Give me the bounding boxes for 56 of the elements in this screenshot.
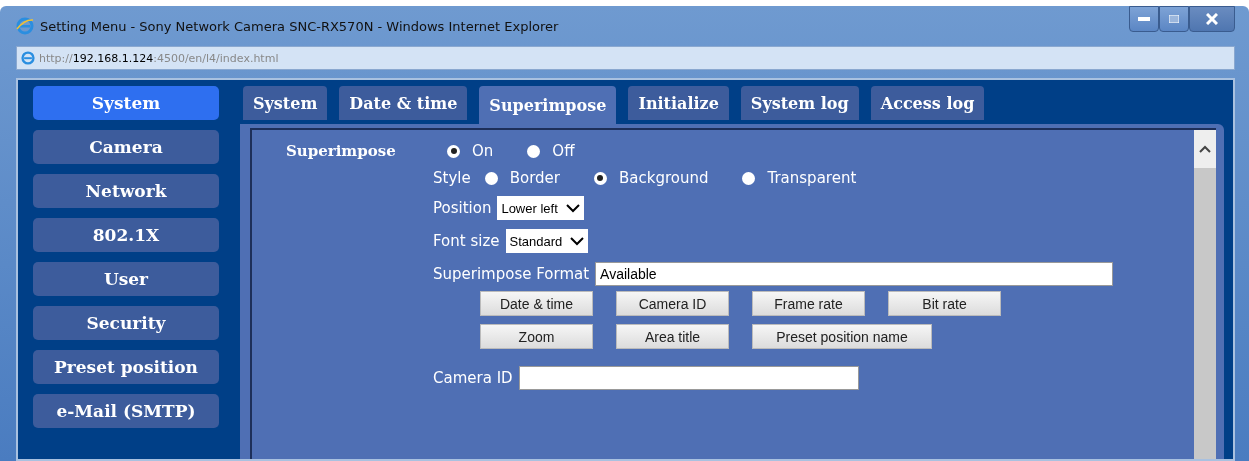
tab[interactable]: Date & time	[339, 86, 468, 120]
camera-id-field[interactable]	[518, 366, 859, 390]
field-label: Camera ID	[433, 369, 513, 387]
radio-label: On	[472, 142, 494, 160]
tab[interactable]: System log	[740, 86, 859, 120]
radio-button[interactable]	[447, 144, 460, 158]
close-icon	[1206, 13, 1218, 25]
radio-label: Border	[509, 169, 560, 187]
font-size-dropdown[interactable]: Standard	[505, 229, 589, 253]
address-bar[interactable]: http://192.168.1.124:4500/en/l4/index.html	[16, 46, 1235, 70]
chevron-up-icon	[1199, 145, 1211, 153]
tab[interactable]: System	[243, 86, 328, 120]
insert-button[interactable]: Bit rate	[888, 291, 1001, 316]
minimize-button[interactable]	[1129, 6, 1159, 32]
insert-button[interactable]: Camera ID	[616, 291, 729, 316]
radio-button[interactable]	[594, 171, 607, 185]
sidebar-item[interactable]: Security	[33, 306, 219, 340]
radio-label: Transparent	[767, 169, 857, 187]
format-field[interactable]: Available	[595, 262, 1114, 286]
scrollbar[interactable]	[1194, 130, 1216, 459]
tab[interactable]: Access log	[870, 86, 985, 120]
insert-button[interactable]: Date & time	[480, 291, 593, 316]
sidebar-item[interactable]: 802.1X	[33, 218, 219, 252]
insert-button[interactable]: Preset position name	[752, 324, 932, 349]
sidebar-item[interactable]: Preset position	[33, 350, 219, 384]
insert-button[interactable]: Area title	[616, 324, 729, 349]
insert-button[interactable]: Frame rate	[752, 291, 865, 316]
field-label: Font size	[433, 232, 500, 250]
maximize-icon	[1169, 15, 1179, 23]
field-label: Position	[433, 199, 492, 217]
tab[interactable]: Initialize	[628, 86, 729, 120]
radio-button[interactable]	[484, 171, 498, 185]
browser-logo-icon	[16, 17, 34, 35]
insert-button[interactable]: Zoom	[480, 324, 593, 349]
maximize-button[interactable]	[1159, 6, 1189, 32]
sidebar-item[interactable]: System	[33, 86, 219, 120]
radio-button[interactable]	[527, 144, 541, 158]
field-label: Superimpose Format	[433, 265, 590, 283]
sidebar-item[interactable]: e-Mail (SMTP)	[33, 394, 219, 428]
field-label: Style	[433, 169, 471, 187]
chevron-down-icon	[565, 203, 580, 213]
section-label: Superimpose	[286, 142, 397, 160]
browser-logo-icon	[21, 51, 35, 65]
window-title: Setting Menu - Sony Network Camera SNC-RX570N - Windows Internet Explorer	[40, 18, 559, 34]
minimize-icon	[1138, 17, 1150, 21]
radio-button[interactable]	[742, 171, 756, 185]
close-button[interactable]	[1189, 6, 1235, 32]
chevron-down-icon	[570, 236, 585, 246]
sidebar-item[interactable]: Network	[33, 174, 219, 208]
url-text: http://192.168.1.124:4500/en/l4/index.html	[39, 51, 279, 65]
position-dropdown[interactable]: Lower left	[497, 196, 584, 220]
sidebar-item[interactable]: Camera	[33, 130, 219, 164]
radio-label: Off	[552, 142, 575, 160]
sidebar-item[interactable]: User	[33, 262, 219, 296]
radio-label: Background	[619, 169, 709, 187]
tab[interactable]: Superimpose	[479, 86, 617, 124]
